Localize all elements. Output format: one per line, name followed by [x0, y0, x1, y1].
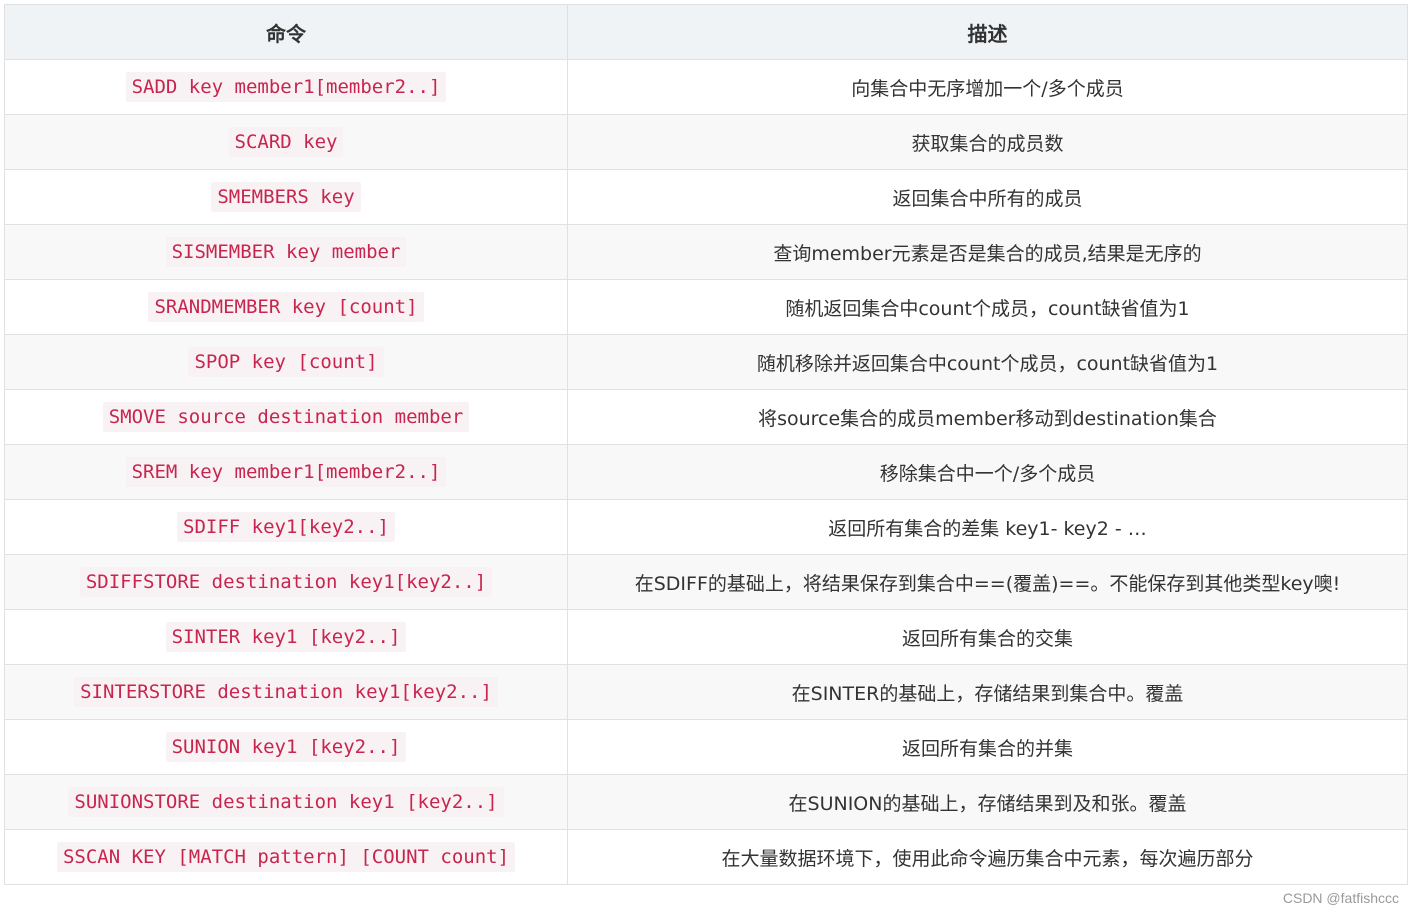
table-row: SMOVE source destination member 将source集… [4, 389, 1408, 445]
command-code: SDIFFSTORE destination key1[key2..] [79, 567, 493, 597]
table-row: SISMEMBER key member 查询member元素是否是集合的成员,… [4, 224, 1408, 280]
table-row: SPOP key [count] 随机移除并返回集合中count个成员，coun… [4, 334, 1408, 390]
description-cell: 随机移除并返回集合中count个成员，count缺省值为1 [567, 334, 1408, 390]
table-row: SDIFF key1[key2..] 返回所有集合的差集 key1- key2 … [4, 499, 1408, 555]
table-row: SINTER key1 [key2..] 返回所有集合的交集 [4, 609, 1408, 665]
table-row: SADD key member1[member2..] 向集合中无序增加一个/多… [4, 59, 1408, 115]
table-row: SRANDMEMBER key [count] 随机返回集合中count个成员，… [4, 279, 1408, 335]
description-cell: 随机返回集合中count个成员，count缺省值为1 [567, 279, 1408, 335]
table-row: SREM key member1[member2..] 移除集合中一个/多个成员 [4, 444, 1408, 500]
table-row: SUNION key1 [key2..] 返回所有集合的并集 [4, 719, 1408, 775]
command-code: SREM key member1[member2..] [125, 457, 447, 487]
command-cell: SSCAN KEY [MATCH pattern] [COUNT count] [4, 829, 568, 885]
command-code: SINTER key1 [key2..] [165, 622, 407, 652]
command-cell: SDIFF key1[key2..] [4, 499, 568, 555]
table-row: SINTERSTORE destination key1[key2..] 在SI… [4, 664, 1408, 720]
command-cell: SINTER key1 [key2..] [4, 609, 568, 665]
description-cell: 在SDIFF的基础上，将结果保存到集合中==(覆盖)==。不能保存到其他类型ke… [567, 554, 1408, 610]
command-cell: SREM key member1[member2..] [4, 444, 568, 500]
description-cell: 获取集合的成员数 [567, 114, 1408, 170]
description-cell: 移除集合中一个/多个成员 [567, 444, 1408, 500]
command-code: SUNIONSTORE destination key1 [key2..] [68, 787, 504, 817]
command-code: SRANDMEMBER key [count] [148, 292, 424, 322]
description-cell: 返回所有集合的并集 [567, 719, 1408, 775]
command-cell: SINTERSTORE destination key1[key2..] [4, 664, 568, 720]
description-cell: 在SUNION的基础上，存储结果到及和张。覆盖 [567, 774, 1408, 830]
table-row: SCARD key 获取集合的成员数 [4, 114, 1408, 170]
table-header-row: 命令 描述 [4, 4, 1408, 60]
description-cell: 在SINTER的基础上，存储结果到集合中。覆盖 [567, 664, 1408, 720]
command-code: SCARD key [228, 127, 344, 157]
command-code: SMEMBERS key [211, 182, 361, 212]
description-cell: 返回所有集合的交集 [567, 609, 1408, 665]
command-cell: SRANDMEMBER key [count] [4, 279, 568, 335]
command-cell: SUNIONSTORE destination key1 [key2..] [4, 774, 568, 830]
command-cell: SCARD key [4, 114, 568, 170]
column-header-description: 描述 [567, 4, 1408, 60]
table-row: SDIFFSTORE destination key1[key2..] 在SDI… [4, 554, 1408, 610]
command-code: SDIFF key1[key2..] [177, 512, 395, 542]
description-cell: 向集合中无序增加一个/多个成员 [567, 59, 1408, 115]
command-cell: SMEMBERS key [4, 169, 568, 225]
description-cell: 返回集合中所有的成员 [567, 169, 1408, 225]
column-header-command: 命令 [4, 4, 568, 60]
command-code: SPOP key [count] [188, 347, 384, 377]
description-cell: 将source集合的成员member移动到destination集合 [567, 389, 1408, 445]
table-row: SSCAN KEY [MATCH pattern] [COUNT count] … [4, 829, 1408, 885]
command-code: SADD key member1[member2..] [125, 72, 447, 102]
command-table: 命令 描述 SADD key member1[member2..] 向集合中无序… [4, 4, 1408, 885]
command-cell: SUNION key1 [key2..] [4, 719, 568, 775]
table-row: SUNIONSTORE destination key1 [key2..] 在S… [4, 774, 1408, 830]
command-code: SINTERSTORE destination key1[key2..] [74, 677, 498, 707]
watermark-text: CSDN @fatfishccc [1282, 890, 1399, 906]
command-cell: SDIFFSTORE destination key1[key2..] [4, 554, 568, 610]
command-code: SSCAN KEY [MATCH pattern] [COUNT count] [56, 842, 516, 872]
command-cell: SMOVE source destination member [4, 389, 568, 445]
command-cell: SADD key member1[member2..] [4, 59, 568, 115]
command-code: SUNION key1 [key2..] [165, 732, 407, 762]
command-cell: SPOP key [count] [4, 334, 568, 390]
command-cell: SISMEMBER key member [4, 224, 568, 280]
description-cell: 查询member元素是否是集合的成员,结果是无序的 [567, 224, 1408, 280]
command-code: SISMEMBER key member [165, 237, 407, 267]
description-cell: 在大量数据环境下，使用此命令遍历集合中元素，每次遍历部分 [567, 829, 1408, 885]
command-code: SMOVE source destination member [102, 402, 470, 432]
description-cell: 返回所有集合的差集 key1- key2 - … [567, 499, 1408, 555]
table-row: SMEMBERS key 返回集合中所有的成员 [4, 169, 1408, 225]
